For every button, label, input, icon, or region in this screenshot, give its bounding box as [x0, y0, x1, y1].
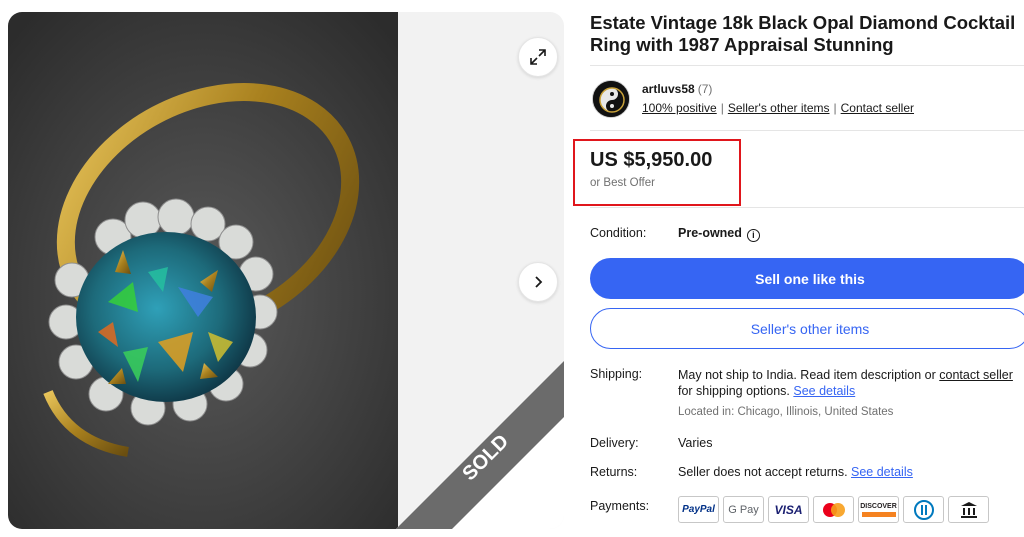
paypal-icon: PayPal [678, 496, 719, 523]
info-icon[interactable]: i [746, 229, 760, 242]
item-page: SOLD Estate Vintage 18k Black Opal Diamo… [0, 0, 1024, 537]
seller-avatar[interactable] [592, 80, 630, 118]
divider [590, 130, 1024, 131]
sold-band [396, 361, 564, 529]
bank-icon [948, 496, 989, 523]
item-details: Estate Vintage 18k Black Opal Diamond Co… [573, 0, 1024, 537]
shipping-contact-seller-link[interactable]: contact seller [939, 368, 1013, 382]
divider [590, 65, 1024, 66]
item-title: Estate Vintage 18k Black Opal Diamond Co… [590, 12, 1016, 55]
shipping-label: Shipping: [590, 367, 643, 381]
delivery-value: Varies [678, 436, 713, 450]
delivery-label: Delivery: [590, 436, 639, 450]
image-gallery: SOLD [8, 12, 564, 529]
payment-methods: PayPal G Pay VISA DISCOVER [678, 496, 989, 523]
shipping-text-before: May not ship to India. Read item descrip… [678, 368, 940, 382]
expand-image-button[interactable] [518, 37, 558, 77]
sellers-other-items-button[interactable]: Seller's other items [590, 308, 1024, 349]
separator: | [833, 101, 837, 115]
condition-label: Condition: [590, 226, 647, 240]
discover-icon: DISCOVER [858, 496, 899, 523]
chevron-right-icon [535, 276, 543, 288]
divider [590, 207, 1024, 208]
shipping-text: May not ship to India. Read item descrip… [678, 367, 1024, 399]
shipping-text-after: for shipping options. [678, 384, 794, 398]
returns-value-row: Seller does not accept returns. See deta… [678, 465, 913, 479]
shipping-see-details-link[interactable]: See details [793, 384, 855, 398]
visa-icon: VISA [768, 496, 809, 523]
yin-yang-icon [593, 81, 629, 117]
google-pay-icon: G Pay [723, 496, 764, 523]
best-offer-label: or Best Offer [590, 177, 655, 189]
condition-value-row: Pre-owned i [678, 226, 760, 242]
mastercard-icon [813, 496, 854, 523]
item-price: US $5,950.00 [590, 149, 713, 171]
payments-label: Payments: [590, 499, 650, 513]
sold-label: SOLD [458, 430, 513, 485]
sell-one-like-this-button[interactable]: Sell one like this [590, 258, 1024, 299]
separator: | [720, 101, 724, 115]
ring-photo-illustration [8, 12, 398, 529]
seller-name[interactable]: artluvs58 [642, 82, 695, 96]
returns-value: Seller does not accept returns. [678, 465, 852, 479]
contact-seller-link[interactable]: Contact seller [841, 101, 914, 115]
diners-club-icon [903, 496, 944, 523]
seller-other-items-link[interactable]: Seller's other items [728, 101, 830, 115]
item-photo[interactable] [8, 12, 398, 529]
seller-positive-link[interactable]: 100% positive [642, 101, 717, 115]
expand-icon [530, 49, 546, 65]
seller-name-row: artluvs58 (7) [642, 82, 712, 96]
item-location: Located in: Chicago, Illinois, United St… [678, 406, 894, 418]
condition-value: Pre-owned [678, 226, 742, 240]
seller-links: 100% positive | Seller's other items | Conta… [642, 101, 914, 115]
returns-label: Returns: [590, 465, 638, 479]
next-image-button[interactable] [518, 262, 558, 302]
returns-see-details-link[interactable]: See details [851, 465, 913, 479]
seller-feedback-count: (7) [697, 82, 713, 96]
